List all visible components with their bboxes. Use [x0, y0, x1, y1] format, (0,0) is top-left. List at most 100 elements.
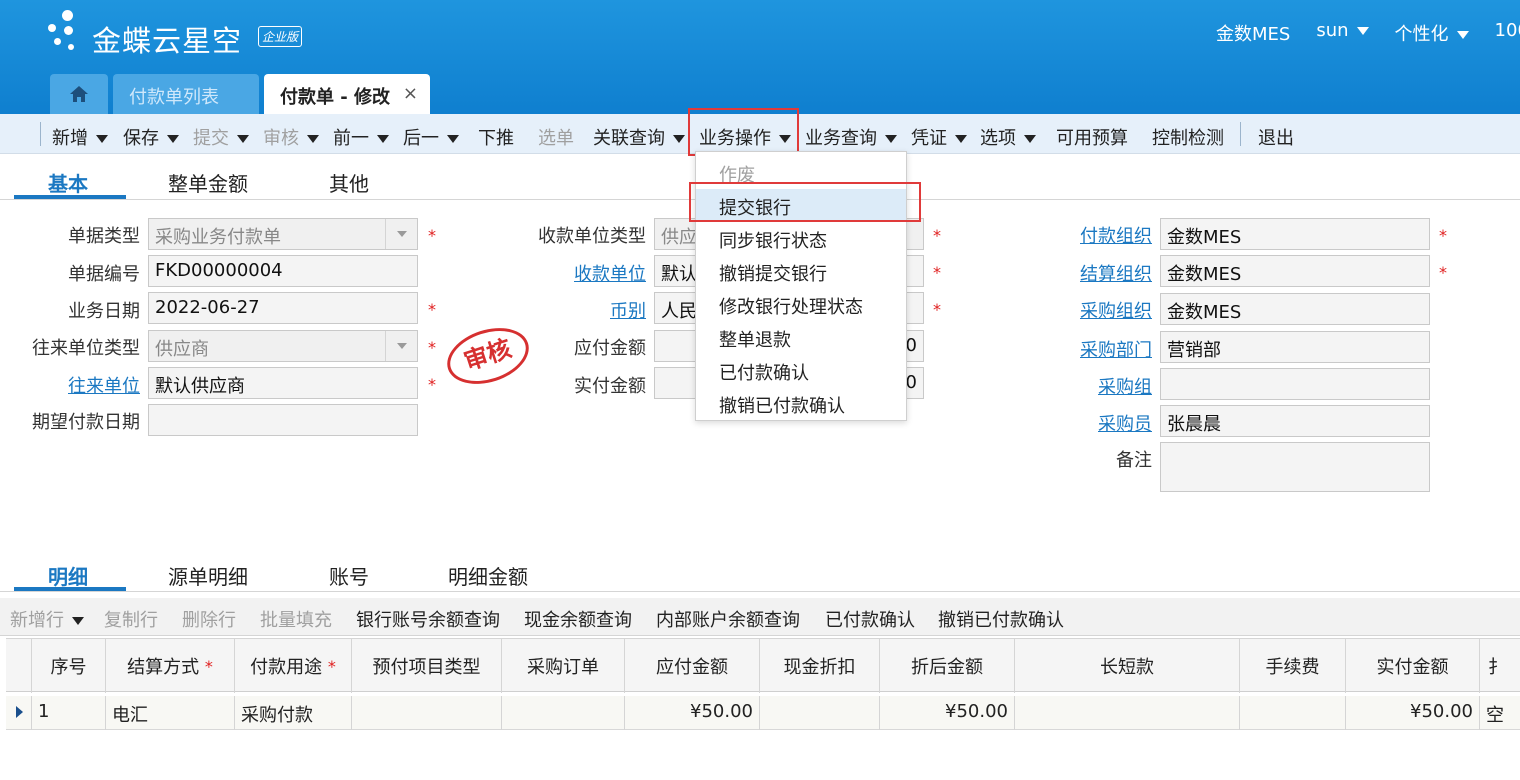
contact-label[interactable]: 往来单位 [68, 372, 140, 398]
cell-paid[interactable]: ¥50.00 [1346, 696, 1480, 730]
new-button[interactable]: 新增 [52, 124, 108, 150]
table-row[interactable]: 1 电汇 采购付款 ¥50.00 ¥50.00 ¥50.00 空 [6, 696, 1520, 730]
biz-date-label: 业务日期 [68, 301, 140, 322]
copy-row-button[interactable]: 复制行 [104, 606, 158, 632]
cell-prepay-type[interactable] [352, 696, 502, 730]
tab-payment-edit[interactable]: 付款单 - 修改 × [264, 74, 430, 114]
buyer-label[interactable]: 采购员 [1098, 410, 1152, 436]
column-header[interactable]: 长短款 [1015, 639, 1240, 693]
column-header[interactable]: 预付项目类型 [352, 639, 502, 693]
contact-type-select[interactable]: 供应商 [148, 330, 418, 362]
bank-balance-query-button[interactable]: 银行账号余额查询 [356, 606, 500, 632]
column-header[interactable]: 现金折扣 [760, 639, 880, 693]
purchase-group-label[interactable]: 采购组 [1098, 373, 1152, 399]
currency-label[interactable]: 币别 [610, 297, 646, 323]
audit-button[interactable]: 审核 [263, 124, 319, 150]
contact-field[interactable]: 默认供应商 [148, 367, 418, 399]
biz-date-field[interactable]: 2022-06-27 [148, 292, 418, 324]
column-header[interactable]: 结算方式 * [106, 639, 235, 693]
cell-seq[interactable]: 1 [32, 696, 106, 730]
column-header[interactable]: 应付金额 [625, 639, 760, 693]
column-header[interactable]: 扌 [1480, 639, 1520, 693]
cash-balance-query-button[interactable]: 现金余额查询 [524, 606, 632, 632]
row-selector[interactable] [6, 696, 32, 730]
user-menu[interactable]: sun [1316, 20, 1369, 46]
voucher-button[interactable]: 凭证 [911, 124, 967, 150]
column-header[interactable]: 实付金额 [1346, 639, 1480, 693]
next-button[interactable]: 后一 [403, 124, 459, 150]
push-down-button[interactable]: 下推 [478, 124, 514, 150]
paid-label: 实付金额 [574, 376, 646, 397]
tab-source-detail[interactable]: 源单明细 [168, 561, 248, 590]
expected-date-field[interactable] [148, 404, 418, 436]
payee-type-label: 收款单位类型 [538, 226, 646, 247]
menu-item-cancel-confirm-paid[interactable]: 撤销已付款确认 [696, 387, 906, 420]
cell-over-short[interactable] [1015, 696, 1240, 730]
select-bill-button[interactable]: 选单 [538, 124, 574, 150]
tab-payment-list[interactable]: 付款单列表 [113, 74, 259, 114]
menu-item-full-refund[interactable]: 整单退款 [696, 321, 906, 354]
add-row-button[interactable]: 新增行 [10, 606, 84, 632]
related-query-button[interactable]: 关联查询 [593, 124, 685, 150]
cancel-confirm-paid-button[interactable]: 撤销已付款确认 [938, 606, 1064, 632]
header-extra[interactable]: 100 [1495, 20, 1520, 46]
save-button[interactable]: 保存 [123, 124, 179, 150]
tab-total-amount[interactable]: 整单金额 [168, 168, 248, 197]
cell-purchase-order[interactable] [502, 696, 625, 730]
submit-button[interactable]: 提交 [193, 124, 249, 150]
confirm-paid-button[interactable]: 已付款确认 [825, 606, 915, 632]
menu-item-modify-bank-status[interactable]: 修改银行处理状态 [696, 288, 906, 321]
doc-no-field[interactable]: FKD00000004 [148, 255, 418, 287]
exit-button[interactable]: 退出 [1258, 124, 1294, 150]
menu-item-sync-bank-status[interactable]: 同步银行状态 [696, 222, 906, 255]
cell-cash-discount[interactable] [760, 696, 880, 730]
buyer-field[interactable]: 张晨晨 [1160, 405, 1430, 437]
cell-settle-method[interactable]: 电汇 [106, 696, 235, 730]
purchase-dept-field[interactable]: 营销部 [1160, 331, 1430, 363]
purchase-org-field[interactable]: 金数MES [1160, 293, 1430, 325]
doc-type-select[interactable]: 采购业务付款单 [148, 218, 418, 250]
column-header[interactable]: 折后金额 [880, 639, 1015, 693]
tab-basic[interactable]: 基本 [48, 168, 88, 197]
cell-extra[interactable]: 空 [1480, 696, 1520, 730]
settle-org-field[interactable]: 金数MES [1160, 255, 1430, 287]
column-header[interactable]: 序号 [32, 639, 106, 693]
cell-discounted[interactable]: ¥50.00 [880, 696, 1015, 730]
purchase-group-field[interactable] [1160, 368, 1430, 400]
tab-detail[interactable]: 明细 [48, 561, 88, 590]
menu-item-confirm-paid[interactable]: 已付款确认 [696, 354, 906, 387]
cell-fee[interactable] [1240, 696, 1346, 730]
personalize-menu[interactable]: 个性化 [1395, 20, 1469, 46]
prev-button[interactable]: 前一 [333, 124, 389, 150]
toolbar-divider [1240, 122, 1241, 146]
pay-org-label[interactable]: 付款组织 [1080, 222, 1152, 248]
row-pointer-icon [16, 706, 23, 718]
batch-fill-button[interactable]: 批量填充 [260, 606, 332, 632]
options-button[interactable]: 选项 [980, 124, 1036, 150]
delete-row-button[interactable]: 删除行 [182, 606, 236, 632]
settle-org-label[interactable]: 结算组织 [1080, 260, 1152, 286]
column-header[interactable]: 付款用途 * [235, 639, 352, 693]
purchase-org-label[interactable]: 采购组织 [1080, 297, 1152, 323]
purchase-dept-label[interactable]: 采购部门 [1080, 336, 1152, 362]
close-icon[interactable]: × [403, 83, 418, 104]
org-switcher[interactable]: 金数MES [1216, 20, 1290, 46]
cell-purpose[interactable]: 采购付款 [235, 696, 352, 730]
internal-balance-query-button[interactable]: 内部账户余额查询 [656, 606, 800, 632]
payee-label[interactable]: 收款单位 [574, 260, 646, 286]
pay-org-field[interactable]: 金数MES [1160, 218, 1430, 250]
column-header[interactable]: 手续费 [1240, 639, 1346, 693]
tab-detail-amount[interactable]: 明细金额 [448, 561, 528, 590]
tab-account[interactable]: 账号 [329, 561, 369, 590]
remark-textarea[interactable] [1160, 442, 1430, 492]
menu-item-cancel-bank-submit[interactable]: 撤销提交银行 [696, 255, 906, 288]
chevron-down-icon [72, 617, 84, 625]
user-area: 金数MES sun 个性化 100 [1216, 20, 1520, 46]
tab-home[interactable] [50, 74, 108, 114]
business-query-button[interactable]: 业务查询 [805, 124, 897, 150]
cell-payable[interactable]: ¥50.00 [625, 696, 760, 730]
column-header[interactable]: 采购订单 [502, 639, 625, 693]
control-check-button[interactable]: 控制检测 [1152, 124, 1224, 150]
available-budget-button[interactable]: 可用预算 [1056, 124, 1128, 150]
tab-other[interactable]: 其他 [329, 168, 369, 197]
